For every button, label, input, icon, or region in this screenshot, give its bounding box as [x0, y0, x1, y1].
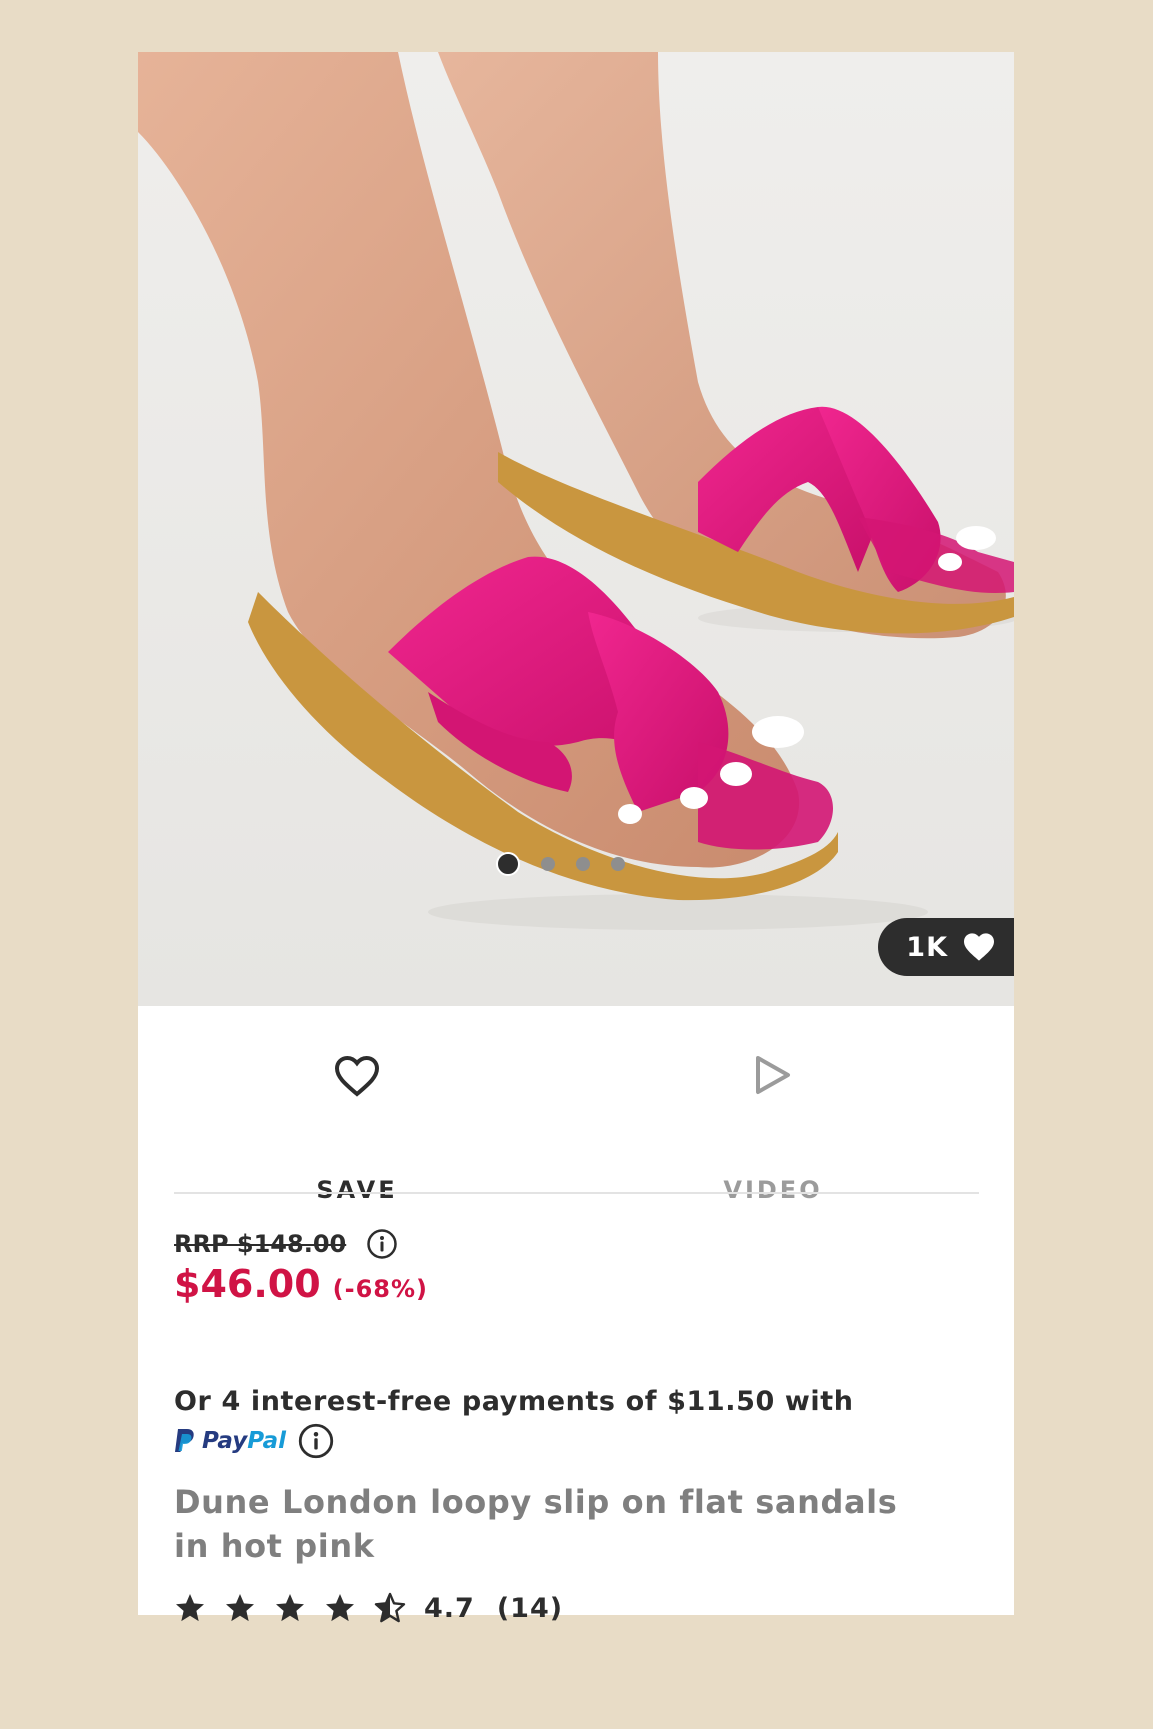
info-icon[interactable] — [366, 1228, 398, 1260]
carousel-dot[interactable] — [541, 857, 555, 871]
heart-filled-icon — [964, 933, 994, 961]
rating-count: (14) — [496, 1592, 564, 1624]
paypal-text-pal: Pal — [247, 1428, 286, 1454]
rrp-row: RRP $148.00 — [174, 1228, 398, 1260]
video-label: VIDEO — [723, 1176, 823, 1204]
heart-outline-icon — [334, 1055, 380, 1097]
product-actions: SAVE VIDEO — [138, 1006, 1014, 1204]
star-half-icon — [374, 1592, 406, 1623]
rating-row[interactable]: 4.7 (14) — [174, 1592, 563, 1624]
star-filled-icon — [226, 1594, 254, 1622]
price-row: $46.00 (-68%) — [174, 1262, 428, 1306]
paypal-row: PayPal — [174, 1423, 334, 1459]
save-label: SAVE — [316, 1176, 398, 1204]
paypal-text-pay: Pay — [202, 1428, 248, 1454]
carousel-dot[interactable] — [496, 852, 520, 876]
info-icon[interactable] — [298, 1423, 334, 1459]
likes-badge[interactable]: 1K — [878, 918, 1014, 976]
paypal-icon — [175, 1429, 194, 1452]
installment-text: Or 4 interest-free payments of $11.50 wi… — [174, 1386, 854, 1417]
divider — [174, 1192, 979, 1194]
carousel-dot[interactable] — [611, 857, 625, 871]
rating-stars — [174, 1592, 406, 1624]
product-card: 1K SAVE VIDEO RRP $148.00 $46.00 (-68%) … — [138, 52, 1014, 1624]
carousel-dot[interactable] — [576, 857, 590, 871]
current-price: $46.00 — [174, 1262, 321, 1306]
product-image[interactable]: 1K — [138, 52, 1014, 1006]
star-filled-icon — [276, 1594, 304, 1622]
star-filled-icon — [326, 1594, 354, 1622]
save-button[interactable]: SAVE — [207, 1006, 507, 1204]
likes-count: 1K — [906, 931, 948, 963]
carousel-indicator[interactable] — [496, 852, 625, 876]
discount-percent: (-68%) — [332, 1275, 428, 1303]
product-title[interactable]: Dune London loopy slip on flat sandals i… — [174, 1480, 914, 1568]
star-filled-icon — [176, 1594, 204, 1622]
rrp-price: RRP $148.00 — [174, 1230, 347, 1258]
video-button[interactable]: VIDEO — [623, 1006, 923, 1204]
play-icon — [756, 1056, 790, 1094]
paypal-logo: PayPal — [174, 1428, 286, 1454]
rating-value: 4.7 — [424, 1592, 475, 1624]
